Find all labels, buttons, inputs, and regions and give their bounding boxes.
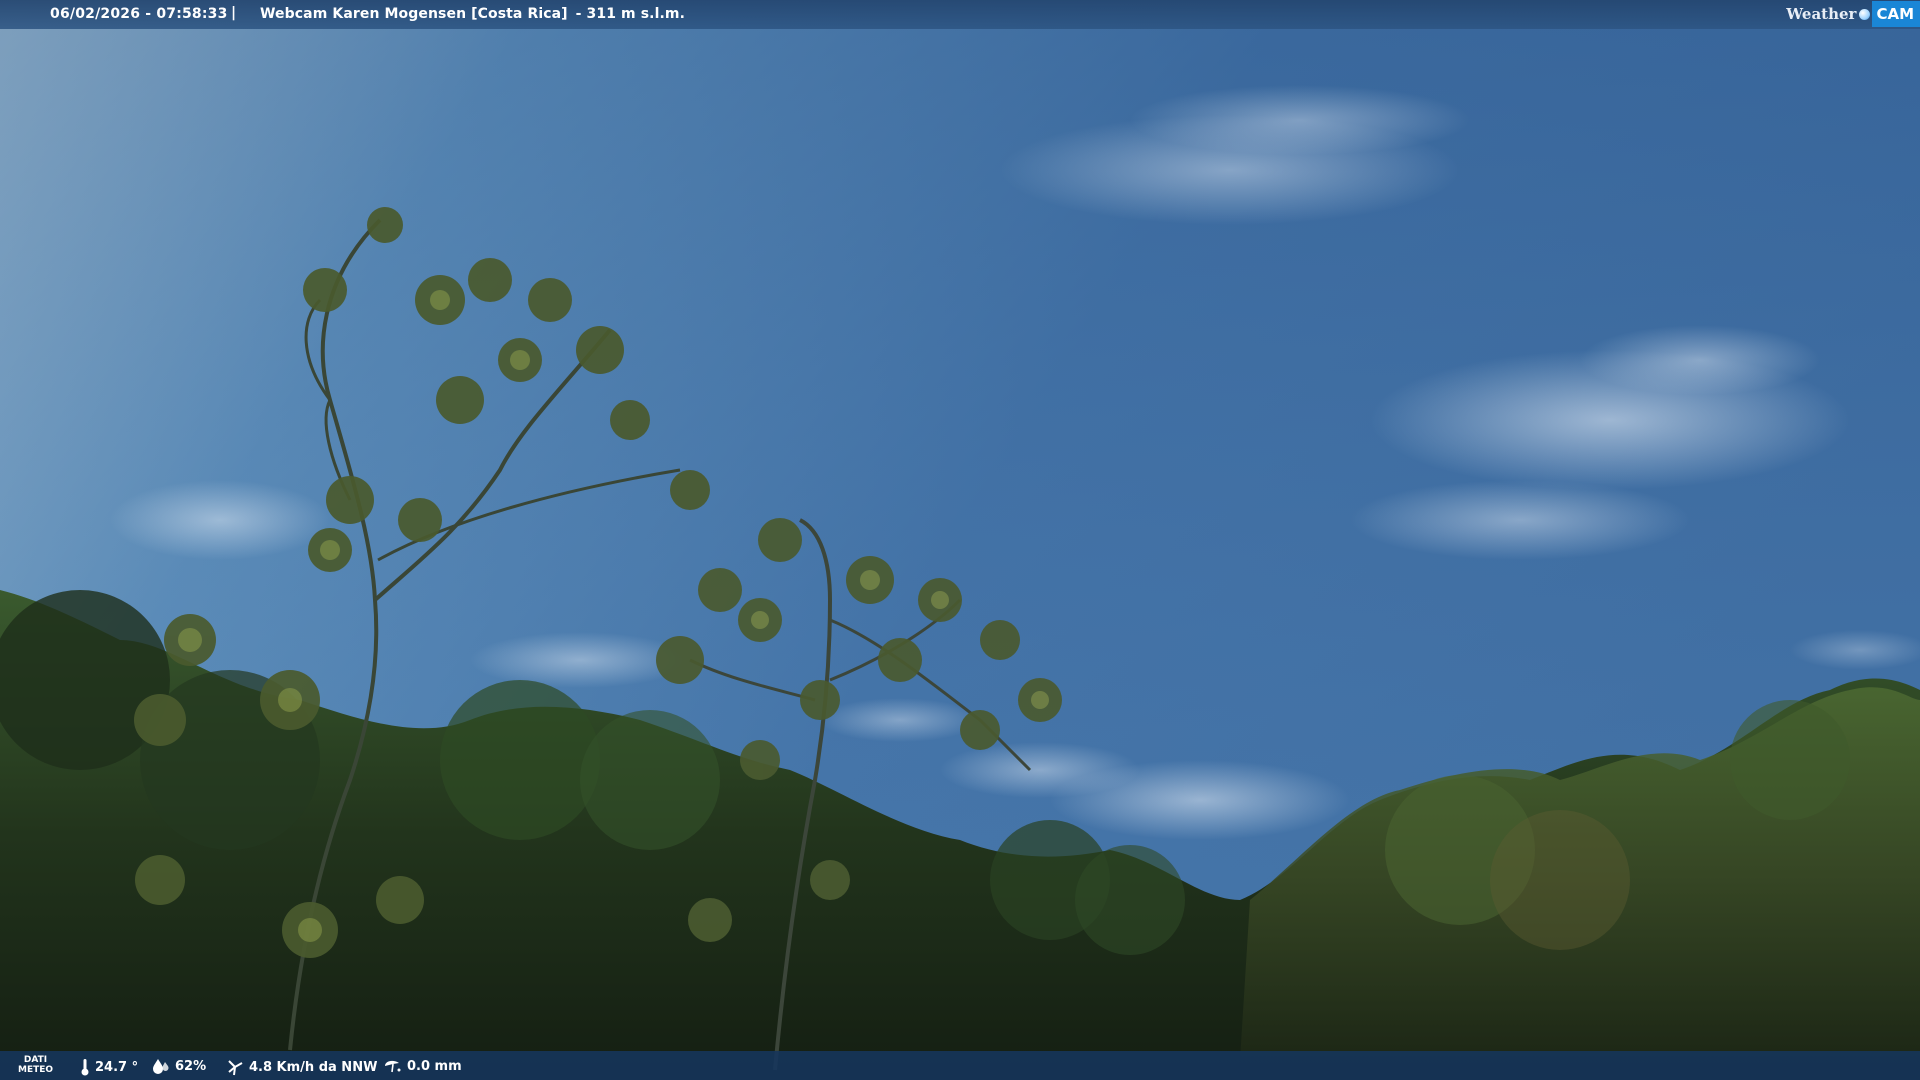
header-bar: 06/02/2026 - 07:58:33 | Webcam Karen Mog… (0, 0, 1920, 29)
webcam-name: Webcam Karen Mogensen [Costa Rica] (260, 6, 568, 22)
header-separator: | (231, 5, 237, 21)
weather-label-line1: DATI (23, 1055, 48, 1065)
wind-icon (228, 1060, 243, 1076)
humidity-icon (153, 1059, 169, 1074)
weather-label-line2: METEO (18, 1065, 54, 1075)
webcam-altitude: - 311 m s.l.m. (575, 6, 685, 22)
webcam-title: Webcam Karen Mogensen [Costa Rica] - 311 … (260, 6, 685, 22)
logo-cam: CAM (1872, 1, 1920, 27)
weathercam-logo: Weather CAM (1786, 1, 1920, 27)
webcam-image (0, 0, 1920, 1080)
humidity-value: 62% (175, 1058, 207, 1074)
wind-value: 4.8 Km/h da NNW (249, 1059, 378, 1075)
wind-reading: 4.8 Km/h da NNW (226, 1058, 377, 1076)
temperature-value: 24.7 ° (95, 1059, 139, 1075)
humidity-reading: 62% (152, 1058, 206, 1074)
rain-icon (385, 1060, 401, 1073)
weather-label: DATI METEO (18, 1055, 53, 1075)
temperature-reading: 24.7 ° (80, 1058, 138, 1076)
rain-value: 0.0 mm (407, 1058, 462, 1074)
timestamp: 06/02/2026 - 07:58:33 (50, 6, 228, 22)
landscape-scene (0, 0, 1920, 1080)
logo-ball-icon (1859, 8, 1871, 20)
weather-data-bar: DATI METEO 24.7 ° 62% 4.8 Km/h da NNW 0.… (0, 1051, 1920, 1080)
thermometer-icon (81, 1059, 89, 1076)
logo-word: Weather (1786, 5, 1857, 23)
rain-reading: 0.0 mm (384, 1058, 462, 1074)
